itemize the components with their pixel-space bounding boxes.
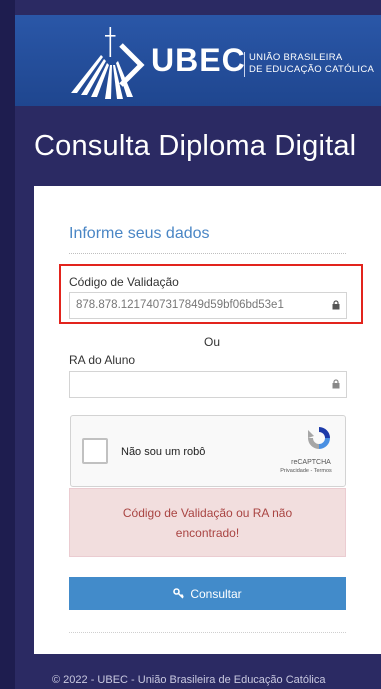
recaptcha-label: Não sou um robô [121,446,206,458]
codigo-input-value: 878.878.1217407317849d59bf06bd53e1 [76,299,284,311]
codigo-label: Código de Validação [69,275,179,289]
error-alert: Código de Validação ou RA não encontrado… [69,488,346,557]
recaptcha-brand: reCAPTCHA [291,459,331,466]
lock-icon [332,379,340,389]
logo-subtitle-line1: UNIÃO BRASILEIRA [249,52,343,63]
key-icon [173,588,185,599]
logo-separator [244,52,245,77]
footer-copyright: © 2022 - UBEC - União Brasileira de Educ… [52,674,326,686]
page-title: Consulta Diploma Digital [34,130,357,162]
card-bottom-divider [69,632,346,633]
section-title: Informe seus dados [69,225,210,242]
form-card: Informe seus dados Código de Validação 8… [34,186,381,654]
consultar-button-label: Consultar [190,586,242,601]
lock-icon [332,300,340,310]
site-header: UBEC UNIÃO BRASILEIRA DE EDUCAÇÃO CATÓLI… [15,15,381,106]
or-text: Ou [204,335,221,349]
error-alert-text: Código de Validação ou RA não encontrado… [122,505,293,540]
recaptcha-widget: Não sou um robô reCAPTCHA Privacidade - … [70,415,346,487]
recaptcha-checkbox[interactable] [82,438,108,464]
ubec-logo-icon [71,27,145,99]
section-divider [69,253,346,254]
logo-wordmark: UBEC [151,42,246,78]
logo-subtitle-line2: DE EDUCAÇÃO CATÓLICA [249,64,375,75]
codigo-input[interactable]: 878.878.1217407317849d59bf06bd53e1 [69,292,347,319]
logo-subtitle: UNIÃO BRASILEIRA DE EDUCAÇÃO CATÓLICA [249,52,374,76]
recaptcha-logo-icon [308,427,330,449]
recaptcha-links[interactable]: Privacidade - Termos [267,468,345,474]
ra-input[interactable] [69,371,347,398]
consultar-button[interactable]: Consultar [69,577,346,610]
ra-label: RA do Aluno [69,353,136,367]
